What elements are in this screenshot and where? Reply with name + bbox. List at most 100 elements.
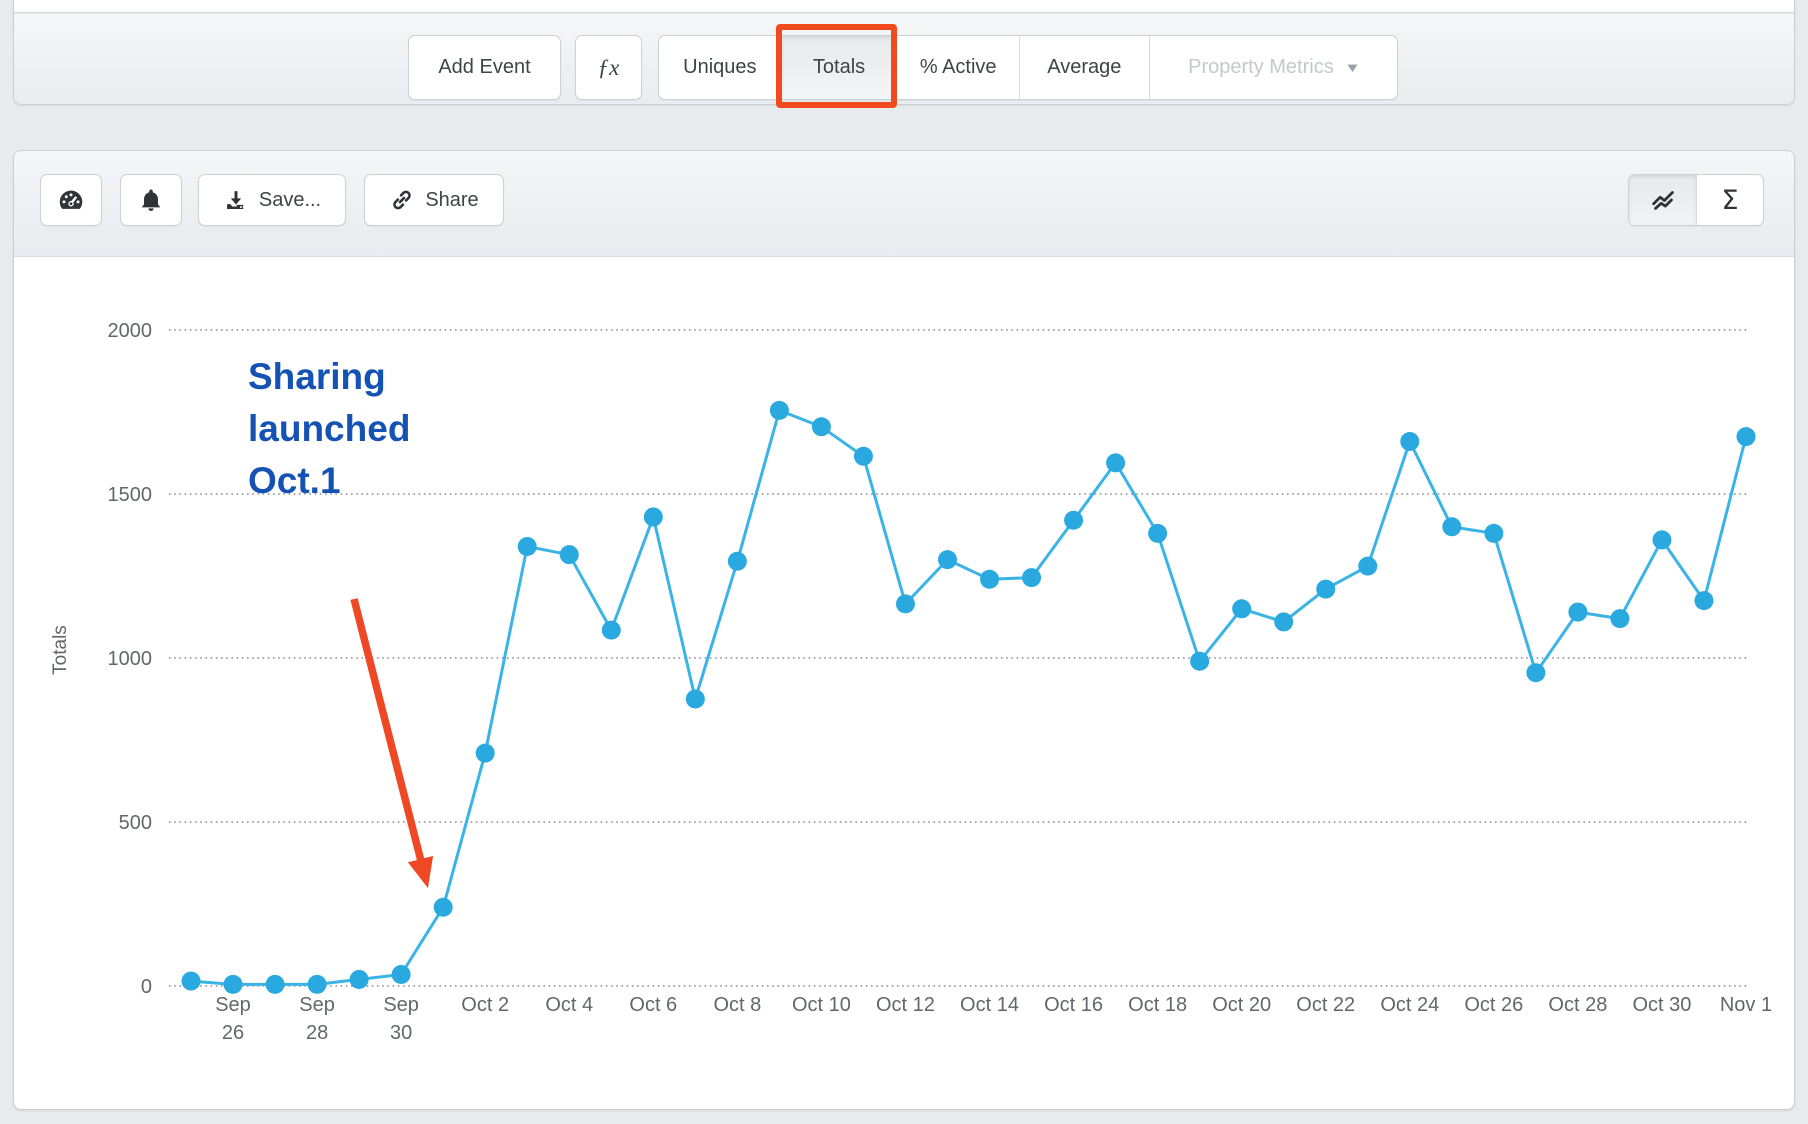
data-point[interactable] (770, 401, 789, 420)
data-point[interactable] (1400, 432, 1419, 451)
x-tick-label: Oct 6 (629, 994, 677, 1016)
data-point[interactable] (224, 975, 243, 994)
x-tick-label: Oct 26 (1464, 994, 1523, 1016)
data-point[interactable] (1694, 591, 1713, 610)
data-point[interactable] (1610, 609, 1629, 628)
summary-view-button[interactable]: Σ (1696, 175, 1763, 225)
x-tick-label: Oct 4 (545, 994, 593, 1016)
property-metrics-label: Property Metrics (1188, 56, 1334, 79)
data-point[interactable] (1106, 453, 1125, 472)
totals-line-chart: 0 500 1000 1500 2000 Totals Sep 26 Sep 28 Sep 30 Oct… (14, 258, 1796, 1111)
bell-icon (137, 186, 165, 214)
tab-percent-active-label: % Active (920, 56, 997, 79)
data-point[interactable] (182, 972, 201, 991)
tab-percent-active[interactable]: % Active (896, 36, 1019, 99)
formula-button[interactable]: ƒx (575, 35, 642, 100)
data-point[interactable] (1064, 511, 1083, 530)
share-button[interactable]: Share (364, 174, 504, 226)
x-tick-label: Oct 18 (1128, 994, 1187, 1016)
data-point[interactable] (1316, 580, 1335, 599)
data-point[interactable] (896, 594, 915, 613)
x-tick-label: Oct 12 (876, 994, 935, 1016)
y-tick-label: 500 (119, 812, 152, 834)
data-point[interactable] (476, 744, 495, 763)
data-point[interactable] (1442, 517, 1461, 536)
chart-area: 0 500 1000 1500 2000 Totals Sep 26 Sep 28 Sep 30 Oct… (14, 258, 1796, 1111)
x-tick-label: Oct 22 (1296, 994, 1355, 1016)
data-point[interactable] (266, 975, 285, 994)
gauge-icon (56, 185, 86, 215)
data-point[interactable] (308, 975, 327, 994)
data-point[interactable] (812, 417, 831, 436)
data-point[interactable] (392, 965, 411, 984)
data-point[interactable] (518, 537, 537, 556)
data-point[interactable] (686, 690, 705, 709)
x-tick-label: Oct 2 (461, 994, 509, 1016)
data-point[interactable] (1232, 599, 1251, 618)
annotation-note-line: Sharing (248, 356, 386, 397)
y-axis-title: Totals (50, 625, 71, 675)
chart-toolbar: Save... Share (14, 151, 1794, 257)
y-tick-label: 1500 (108, 484, 153, 506)
chart-panel: Save... Share (13, 150, 1795, 1110)
data-point[interactable] (1568, 603, 1587, 622)
x-tick-label: 26 (222, 1022, 244, 1044)
trend-line-icon (1648, 185, 1678, 215)
property-metrics-dropdown[interactable]: Property Metrics ▼ (1149, 36, 1397, 99)
metric-type-segmented-control: Uniques Totals % Active Average Property… (658, 35, 1398, 100)
x-tick-label: Oct 10 (792, 994, 851, 1016)
add-event-button[interactable]: Add Event (408, 35, 561, 100)
x-tick-label: 28 (306, 1022, 328, 1044)
data-point[interactable] (434, 898, 453, 917)
data-point[interactable] (1358, 557, 1377, 576)
data-point[interactable] (854, 447, 873, 466)
data-point[interactable] (1148, 524, 1167, 543)
tab-uniques-label: Uniques (683, 56, 756, 79)
data-point[interactable] (560, 545, 579, 564)
annotation-note-line: Oct.1 (248, 460, 341, 501)
data-point[interactable] (728, 552, 747, 571)
data-point[interactable] (1652, 530, 1671, 549)
tab-average-label: Average (1047, 56, 1121, 79)
x-tick-label: Sep (299, 994, 335, 1016)
save-button[interactable]: Save... (198, 174, 346, 226)
x-tick-label: Oct 28 (1548, 994, 1607, 1016)
dashboard-gauge-button[interactable] (40, 174, 102, 226)
annotation-note-line: launched (248, 408, 410, 449)
data-point[interactable] (980, 570, 999, 589)
x-tick-label: Oct 24 (1380, 994, 1439, 1016)
x-tick-label: Oct 20 (1212, 994, 1271, 1016)
data-point[interactable] (644, 507, 663, 526)
x-tick-label: Sep (215, 994, 251, 1016)
alerts-bell-button[interactable] (120, 174, 182, 226)
x-tick-label: Oct 14 (960, 994, 1019, 1016)
series-line (191, 410, 1746, 984)
data-point[interactable] (1526, 663, 1545, 682)
tab-totals-label: Totals (813, 56, 865, 79)
data-point[interactable] (1274, 612, 1293, 631)
chevron-down-icon: ▼ (1344, 60, 1361, 75)
formula-fx-icon: ƒx (598, 55, 620, 81)
share-label: Share (425, 189, 478, 212)
metrics-toolbar-panel: Add Event ƒx Uniques Totals % Active Ave… (13, 0, 1795, 105)
y-tick-label: 1000 (108, 648, 153, 670)
x-tick-label: Oct 8 (713, 994, 761, 1016)
y-tick-label: 0 (141, 976, 152, 998)
x-tick-label: Sep (383, 994, 419, 1016)
data-point[interactable] (1022, 568, 1041, 587)
data-point[interactable] (938, 550, 957, 569)
x-tick-label: Nov 1 (1720, 994, 1772, 1016)
x-tick-label: Oct 30 (1632, 994, 1691, 1016)
tab-totals[interactable]: Totals (781, 36, 897, 99)
x-tick-label: 30 (390, 1022, 412, 1044)
y-tick-label: 2000 (108, 320, 153, 342)
data-point[interactable] (350, 970, 369, 989)
tab-average[interactable]: Average (1019, 36, 1149, 99)
data-point[interactable] (1190, 652, 1209, 671)
x-tick-label: Oct 16 (1044, 994, 1103, 1016)
line-chart-view-button[interactable] (1629, 175, 1696, 225)
data-point[interactable] (1736, 427, 1755, 446)
data-point[interactable] (1484, 524, 1503, 543)
tab-uniques[interactable]: Uniques (659, 36, 781, 99)
data-point[interactable] (602, 621, 621, 640)
